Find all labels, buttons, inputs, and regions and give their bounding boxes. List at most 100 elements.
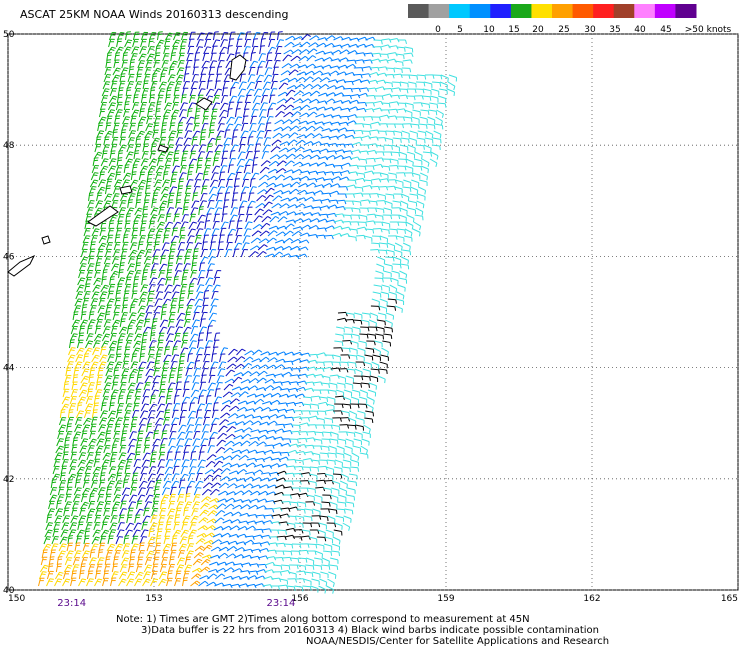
wind-barb <box>115 353 122 363</box>
wind-barb <box>79 382 88 391</box>
wind-barb <box>84 340 94 349</box>
wind-barb <box>330 550 341 557</box>
wind-barb <box>188 402 195 412</box>
wind-barb <box>185 123 193 132</box>
wind-barb <box>146 423 153 433</box>
wind-barb <box>278 402 289 407</box>
wind-barb <box>121 304 128 314</box>
wind-barb <box>110 577 117 587</box>
wind-barb <box>380 354 389 361</box>
wind-barb <box>173 213 180 223</box>
wind-barb <box>366 95 376 100</box>
wind-barb <box>227 164 234 174</box>
wind-barb <box>240 248 248 258</box>
wind-barb <box>313 126 324 132</box>
wind-barb <box>381 38 392 43</box>
wind-barb <box>247 136 254 146</box>
wind-barb <box>106 234 114 244</box>
wind-barb <box>185 367 193 377</box>
wind-barb <box>97 487 106 496</box>
wind-barb <box>195 409 202 419</box>
wind-barb <box>322 431 332 437</box>
pass-time-label: 23:14 <box>266 598 296 609</box>
wind-barb <box>272 381 283 386</box>
wind-barb <box>98 108 106 118</box>
wind-barb <box>414 95 424 100</box>
wind-barb <box>331 543 341 551</box>
wind-barb <box>252 469 264 475</box>
wind-barb <box>62 451 69 461</box>
wind-barb <box>264 194 274 202</box>
wind-barb <box>171 291 180 300</box>
wind-barb <box>232 248 240 258</box>
wind-barb <box>114 423 121 433</box>
wind-barb <box>103 136 110 146</box>
wind-barb <box>134 578 143 587</box>
wind-barb <box>153 367 160 377</box>
wind-barb <box>131 535 139 545</box>
wind-barb <box>346 494 355 501</box>
wind-barb <box>278 82 289 90</box>
wind-barb <box>408 200 418 207</box>
wind-barb <box>67 354 76 363</box>
wind-barb <box>191 573 202 580</box>
wind-barb <box>434 123 444 130</box>
wind-barb <box>147 473 156 482</box>
wind-barb <box>177 304 184 314</box>
wind-barb <box>86 578 94 587</box>
wind-barb <box>52 528 59 538</box>
wind-barb <box>175 137 184 146</box>
wind-barb <box>211 539 222 545</box>
wind-barb <box>263 201 273 209</box>
wind-barb <box>260 472 272 477</box>
wind-barb <box>100 346 107 356</box>
wind-barb <box>332 536 341 545</box>
wind-barb <box>203 474 214 482</box>
wind-barb <box>78 452 87 461</box>
wind-barb <box>198 269 206 279</box>
wind-barb <box>376 200 387 205</box>
wind-barb <box>214 144 223 153</box>
wind-barb <box>241 242 250 251</box>
wind-barb <box>178 416 186 426</box>
wind-barb <box>338 494 347 502</box>
wind-barb <box>115 409 123 419</box>
wind-barb <box>188 466 197 475</box>
wind-barb <box>384 263 393 270</box>
wind-barbs <box>38 31 458 594</box>
wind-barb <box>137 305 146 314</box>
wind-barb <box>309 90 320 97</box>
wind-barb <box>231 136 238 146</box>
wind-barb <box>194 172 204 181</box>
wind-barb <box>168 66 175 76</box>
wind-barb <box>126 514 133 524</box>
wind-barb <box>263 385 274 391</box>
wind-barb <box>204 157 212 167</box>
wind-barb <box>265 122 272 132</box>
wind-barb <box>397 158 408 164</box>
wind-barb <box>158 269 166 279</box>
wind-barb <box>305 557 315 565</box>
wind-barb <box>282 54 292 62</box>
wind-barb <box>79 445 88 454</box>
wind-barb <box>171 473 180 482</box>
wind-barb <box>241 122 249 132</box>
wind-barb <box>120 437 126 447</box>
wind-barb <box>144 494 154 503</box>
wind-barb <box>207 445 215 454</box>
wind-barb <box>229 150 236 160</box>
wind-barb <box>198 262 205 272</box>
wind-barb <box>224 503 235 510</box>
wind-barb <box>192 438 201 447</box>
wind-barb <box>122 234 129 244</box>
wind-barb <box>418 186 427 195</box>
wind-barb <box>274 52 282 62</box>
wind-barb <box>253 88 263 97</box>
wind-barb <box>56 500 62 510</box>
wind-barb <box>201 431 209 440</box>
wind-barb <box>138 542 145 552</box>
wind-barb <box>365 410 374 417</box>
wind-barb <box>121 550 130 559</box>
wind-barb <box>248 66 256 76</box>
wind-barb <box>97 431 106 440</box>
